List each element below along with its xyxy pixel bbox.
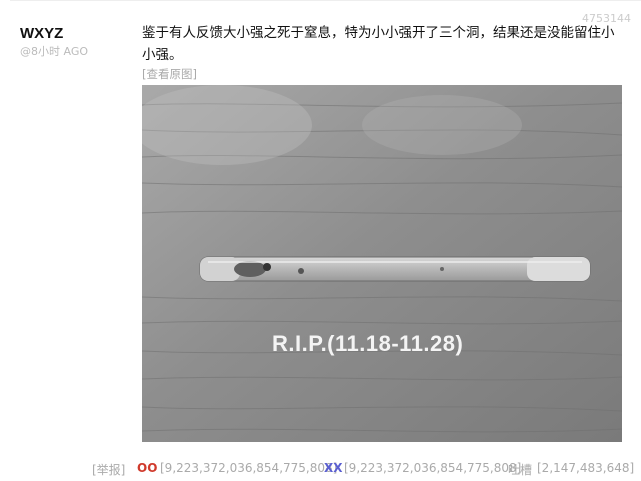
photo-overlay-text: R.I.P.(11.18-11.28) bbox=[272, 331, 464, 356]
comment-photo[interactable]: R.I.P.(11.18-11.28) bbox=[142, 85, 622, 442]
oo-label[interactable]: OO bbox=[137, 461, 157, 475]
view-original-link[interactable]: [查看原图] bbox=[142, 66, 197, 82]
oo-count: [9,223,372,036,854,775,808] bbox=[160, 461, 338, 475]
top-divider bbox=[10, 0, 641, 1]
xx-count: [9,223,372,036,854,775,808] bbox=[344, 461, 522, 475]
photo-illustration bbox=[142, 85, 622, 442]
xx-label[interactable]: XX bbox=[324, 461, 343, 475]
tucao-count: [2,147,483,648] bbox=[537, 461, 635, 475]
post-time: @8小时 AGO bbox=[20, 45, 89, 58]
author-name[interactable]: WXYZ bbox=[20, 25, 63, 42]
tucao-link[interactable]: 吐槽 bbox=[508, 461, 532, 478]
comment-text: 鉴于有人反馈大小强之死于窒息，特为小小强开了三个洞，结果还是没能留住小小强。 bbox=[142, 25, 615, 63]
report-link[interactable]: [举报] bbox=[92, 461, 125, 478]
